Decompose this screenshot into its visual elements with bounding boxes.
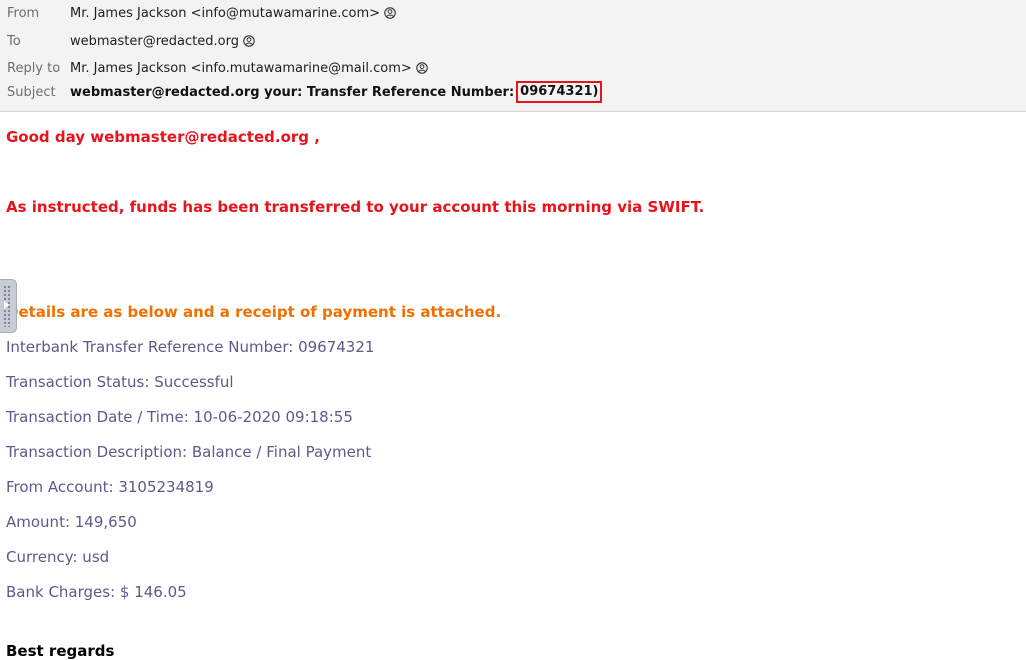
detail-reference-number: Interbank Transfer Reference Number: 096… [6,338,375,356]
to-label: To [7,33,21,49]
subject-reference-highlight: 09674321) [516,81,603,103]
detail-amount: Amount: 149,650 [6,513,137,531]
detail-bank-charges: Bank Charges: $ 146.05 [6,583,187,601]
sidebar-drag-handle[interactable] [0,279,17,333]
detail-transaction-date: Transaction Date / Time: 10-06-2020 09:1… [6,408,353,426]
from-label: From [7,5,40,21]
reply-to-address[interactable]: Mr. James Jackson <info.mutawamarine@mai… [70,61,412,76]
subject-label: Subject [7,84,56,100]
message-body: Good day webmaster@redacted.org , As ins… [0,112,1026,660]
detail-currency: Currency: usd [6,548,110,566]
reply-to-label: Reply to [7,60,61,76]
transfer-notice: As instructed, funds has been transferre… [6,198,705,216]
subject-value: webmaster@redacted.org your: Transfer Re… [70,81,603,103]
detail-from-account: From Account: 3105234819 [6,478,214,496]
person-icon[interactable] [243,35,255,47]
greeting: Good day webmaster@redacted.org , [6,128,320,146]
person-icon[interactable] [416,62,428,74]
from-value[interactable]: Mr. James Jackson <info@mutawamarine.com… [70,6,396,21]
detail-transaction-status: Transaction Status: Successful [6,373,234,391]
from-address[interactable]: Mr. James Jackson <info@mutawamarine.com… [70,6,380,21]
to-address[interactable]: webmaster@redacted.org [70,34,239,49]
details-intro: Details are as below and a receipt of pa… [6,303,502,321]
person-icon[interactable] [384,7,396,19]
closing: Best regards [6,642,115,660]
to-value[interactable]: webmaster@redacted.org [70,34,255,49]
subject-text: webmaster@redacted.org your: Transfer Re… [70,84,515,100]
expand-arrow-icon[interactable] [4,301,9,309]
detail-transaction-description: Transaction Description: Balance / Final… [6,443,372,461]
message-header: From Mr. James Jackson <info@mutawamarin… [0,0,1026,112]
reply-to-value[interactable]: Mr. James Jackson <info.mutawamarine@mai… [70,61,428,76]
